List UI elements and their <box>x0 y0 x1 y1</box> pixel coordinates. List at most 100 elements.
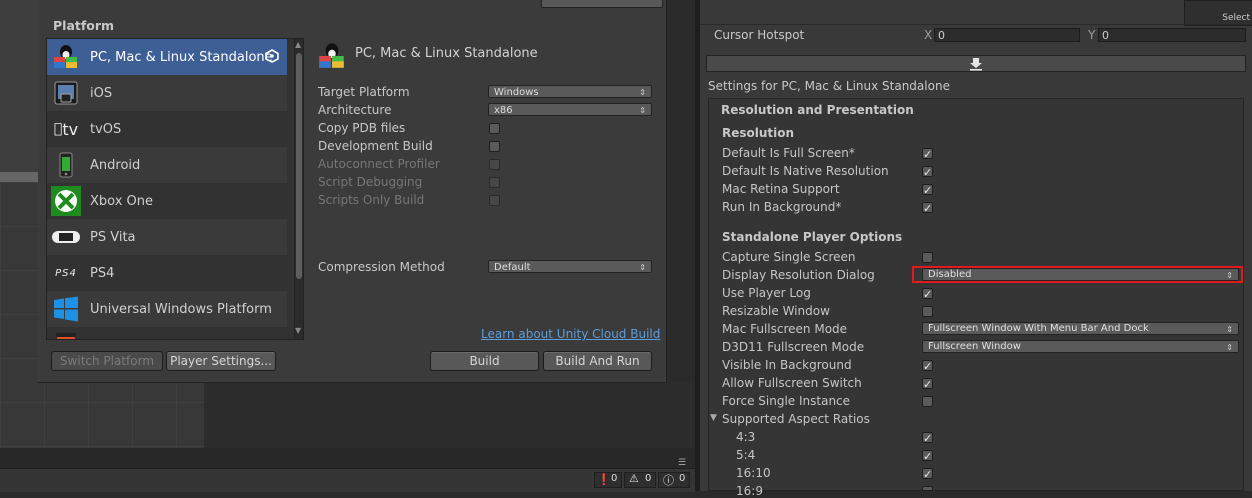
platform-item-ps4[interactable]: PS4 PS4 <box>47 255 287 291</box>
cursor-hotspot-x-label: X <box>924 28 933 42</box>
capture-single-screen-label: Capture Single Screen <box>722 250 856 264</box>
dropdown-arrow-icon: ⇕ <box>639 106 646 115</box>
force-single-instance-label: Force Single Instance <box>722 394 851 408</box>
android-phone-icon <box>50 149 82 181</box>
platform-header: Platform <box>53 18 115 33</box>
ps4-icon: PS4 <box>55 267 77 279</box>
platform-item-uwp[interactable]: Universal Windows Platform <box>47 291 287 327</box>
compression-method-dropdown[interactable]: Default ⇕ <box>488 260 652 273</box>
copy-pdb-label: Copy PDB files <box>318 121 406 135</box>
visible-in-background-label: Visible In Background <box>722 358 852 372</box>
platform-item-label: Xbox One <box>90 193 154 209</box>
capture-single-screen-checkbox[interactable] <box>922 252 933 263</box>
standalone-options-subheader: Standalone Player Options <box>722 230 903 244</box>
run-in-background-checkbox[interactable]: ✓ <box>922 202 933 214</box>
inspector-separator <box>700 24 1252 25</box>
dropdown-arrow-icon: ⇕ <box>639 88 646 97</box>
scroll-up-arrow-icon[interactable]: ▲ <box>295 40 301 49</box>
run-in-background-label: Run In Background* <box>722 200 842 214</box>
d3d11-fullscreen-mode-dropdown[interactable]: Fullscreen Window ⇕ <box>922 340 1239 353</box>
compression-method-value: Default <box>494 262 531 273</box>
standalone-icon <box>316 40 348 75</box>
platform-item-ps-vita[interactable]: PS Vita <box>47 219 287 255</box>
aspect-ratio-4-3-checkbox[interactable]: ✓ <box>922 432 933 444</box>
platform-list-scroll-thumb[interactable] <box>296 53 302 279</box>
panel-menu-icon[interactable]: ☰ <box>678 458 686 468</box>
aspect-ratio-5-4-checkbox[interactable]: ✓ <box>922 450 933 462</box>
allow-fullscreen-switch-label: Allow Fullscreen Switch <box>722 376 862 390</box>
warning-icon: ⚠ <box>629 472 639 485</box>
platform-tab-standalone[interactable] <box>706 55 1246 72</box>
player-settings-button[interactable]: Player Settings... <box>166 351 276 371</box>
cursor-hotspot-label: Cursor Hotspot <box>714 28 805 42</box>
mac-retina-support-checkbox[interactable]: ✓ <box>922 184 933 196</box>
message-count: 0 <box>679 473 686 484</box>
default-full-screen-label: Default Is Full Screen* <box>722 146 855 160</box>
development-build-label: Development Build <box>318 139 433 153</box>
script-debugging-checkbox <box>489 177 500 188</box>
dropdown-arrow-icon: ⇕ <box>1226 325 1233 334</box>
use-player-log-checkbox[interactable]: ✓ <box>922 288 933 300</box>
build-settings-window: Platform PC, Mac & Linux Standalone iOS … <box>38 0 667 383</box>
build-and-run-button[interactable]: Build And Run <box>543 351 652 371</box>
error-count-toggle[interactable]: ❗ 0 <box>594 472 622 488</box>
platform-item-standalone[interactable]: PC, Mac & Linux Standalone <box>47 39 287 75</box>
build-button[interactable]: Build <box>430 351 539 371</box>
error-count: 0 <box>611 473 618 484</box>
platform-item-label: tvOS <box>90 121 122 137</box>
warning-count-toggle[interactable]: ⚠ 0 <box>624 472 656 488</box>
platform-item-label: PS Vita <box>90 229 136 245</box>
d3d11-fullscreen-mode-label: D3D11 Fullscreen Mode <box>722 340 865 354</box>
apple-tv-icon-text: tv <box>58 119 78 139</box>
platform-list: PC, Mac & Linux Standalone iOS tv tvOS … <box>46 38 304 340</box>
platform-item-ios[interactable]: iOS <box>47 75 287 111</box>
ps-vita-icon <box>50 221 82 253</box>
development-build-checkbox[interactable] <box>489 141 500 152</box>
scroll-down-arrow-icon[interactable]: ▼ <box>295 326 301 335</box>
aspect-ratio-16-9-checkbox[interactable] <box>922 486 933 491</box>
mac-retina-support-label: Mac Retina Support <box>722 182 840 196</box>
allow-fullscreen-switch-checkbox[interactable]: ✓ <box>922 378 933 390</box>
mac-fullscreen-mode-dropdown[interactable]: Fullscreen Window With Menu Bar And Dock… <box>922 322 1239 335</box>
unity-logo-icon <box>265 49 279 66</box>
architecture-value: x86 <box>494 105 513 116</box>
status-bar: ☰ ❗ 0 ⚠ 0 ⓘ 0 <box>0 458 695 492</box>
cursor-hotspot-y-field[interactable]: 0 <box>1098 28 1246 42</box>
resolution-subheader: Resolution <box>722 126 795 140</box>
architecture-dropdown[interactable]: x86 ⇕ <box>488 103 652 116</box>
platform-item-xbox-one[interactable]: Xbox One <box>47 183 287 219</box>
resizable-window-checkbox[interactable] <box>922 306 933 317</box>
platform-item-label: PC, Mac & Linux Standalone <box>90 49 273 65</box>
platform-item-android[interactable]: Android <box>47 147 287 183</box>
download-arrow-icon <box>970 58 982 71</box>
mac-fullscreen-mode-value: Fullscreen Window With Menu Bar And Dock <box>928 323 1149 334</box>
resizable-window-label: Resizable Window <box>722 304 830 318</box>
error-icon: ❗ <box>597 473 611 486</box>
autoconnect-profiler-checkbox <box>489 159 500 170</box>
select-icon-button[interactable]: Select <box>1184 13 1252 24</box>
scripts-only-build-checkbox <box>489 195 500 206</box>
use-player-log-label: Use Player Log <box>722 286 811 300</box>
autoconnect-profiler-label: Autoconnect Profiler <box>318 157 440 171</box>
dropdown-arrow-icon: ⇕ <box>639 263 646 272</box>
add-open-scenes-button[interactable] <box>541 0 663 8</box>
supported-aspect-ratios-label[interactable]: Supported Aspect Ratios <box>722 412 870 426</box>
unity-cloud-build-link[interactable]: Learn about Unity Cloud Build <box>481 327 660 341</box>
windows-icon <box>50 293 82 325</box>
default-native-resolution-checkbox[interactable]: ✓ <box>922 166 933 178</box>
platform-item-webgl[interactable] <box>47 327 287 339</box>
switch-platform-button[interactable]: Switch Platform <box>51 351 163 371</box>
force-single-instance-checkbox[interactable] <box>922 396 933 407</box>
copy-pdb-checkbox[interactable] <box>489 123 500 134</box>
visible-in-background-checkbox[interactable]: ✓ <box>922 360 933 372</box>
default-full-screen-checkbox[interactable]: ✓ <box>922 148 933 160</box>
cursor-hotspot-x-field[interactable]: 0 <box>934 28 1080 42</box>
target-platform-dropdown[interactable]: Windows ⇕ <box>488 85 652 98</box>
mac-fullscreen-mode-label: Mac Fullscreen Mode <box>722 322 848 336</box>
resolution-presentation-header[interactable]: Resolution and Presentation <box>721 103 914 117</box>
foldout-arrow-icon[interactable]: ▼ <box>710 413 717 423</box>
platform-item-tvos[interactable]: tv tvOS <box>47 111 287 147</box>
message-count-toggle[interactable]: ⓘ 0 <box>658 472 690 488</box>
ios-device-icon <box>50 77 82 109</box>
aspect-ratio-16-10-checkbox[interactable]: ✓ <box>922 468 933 480</box>
